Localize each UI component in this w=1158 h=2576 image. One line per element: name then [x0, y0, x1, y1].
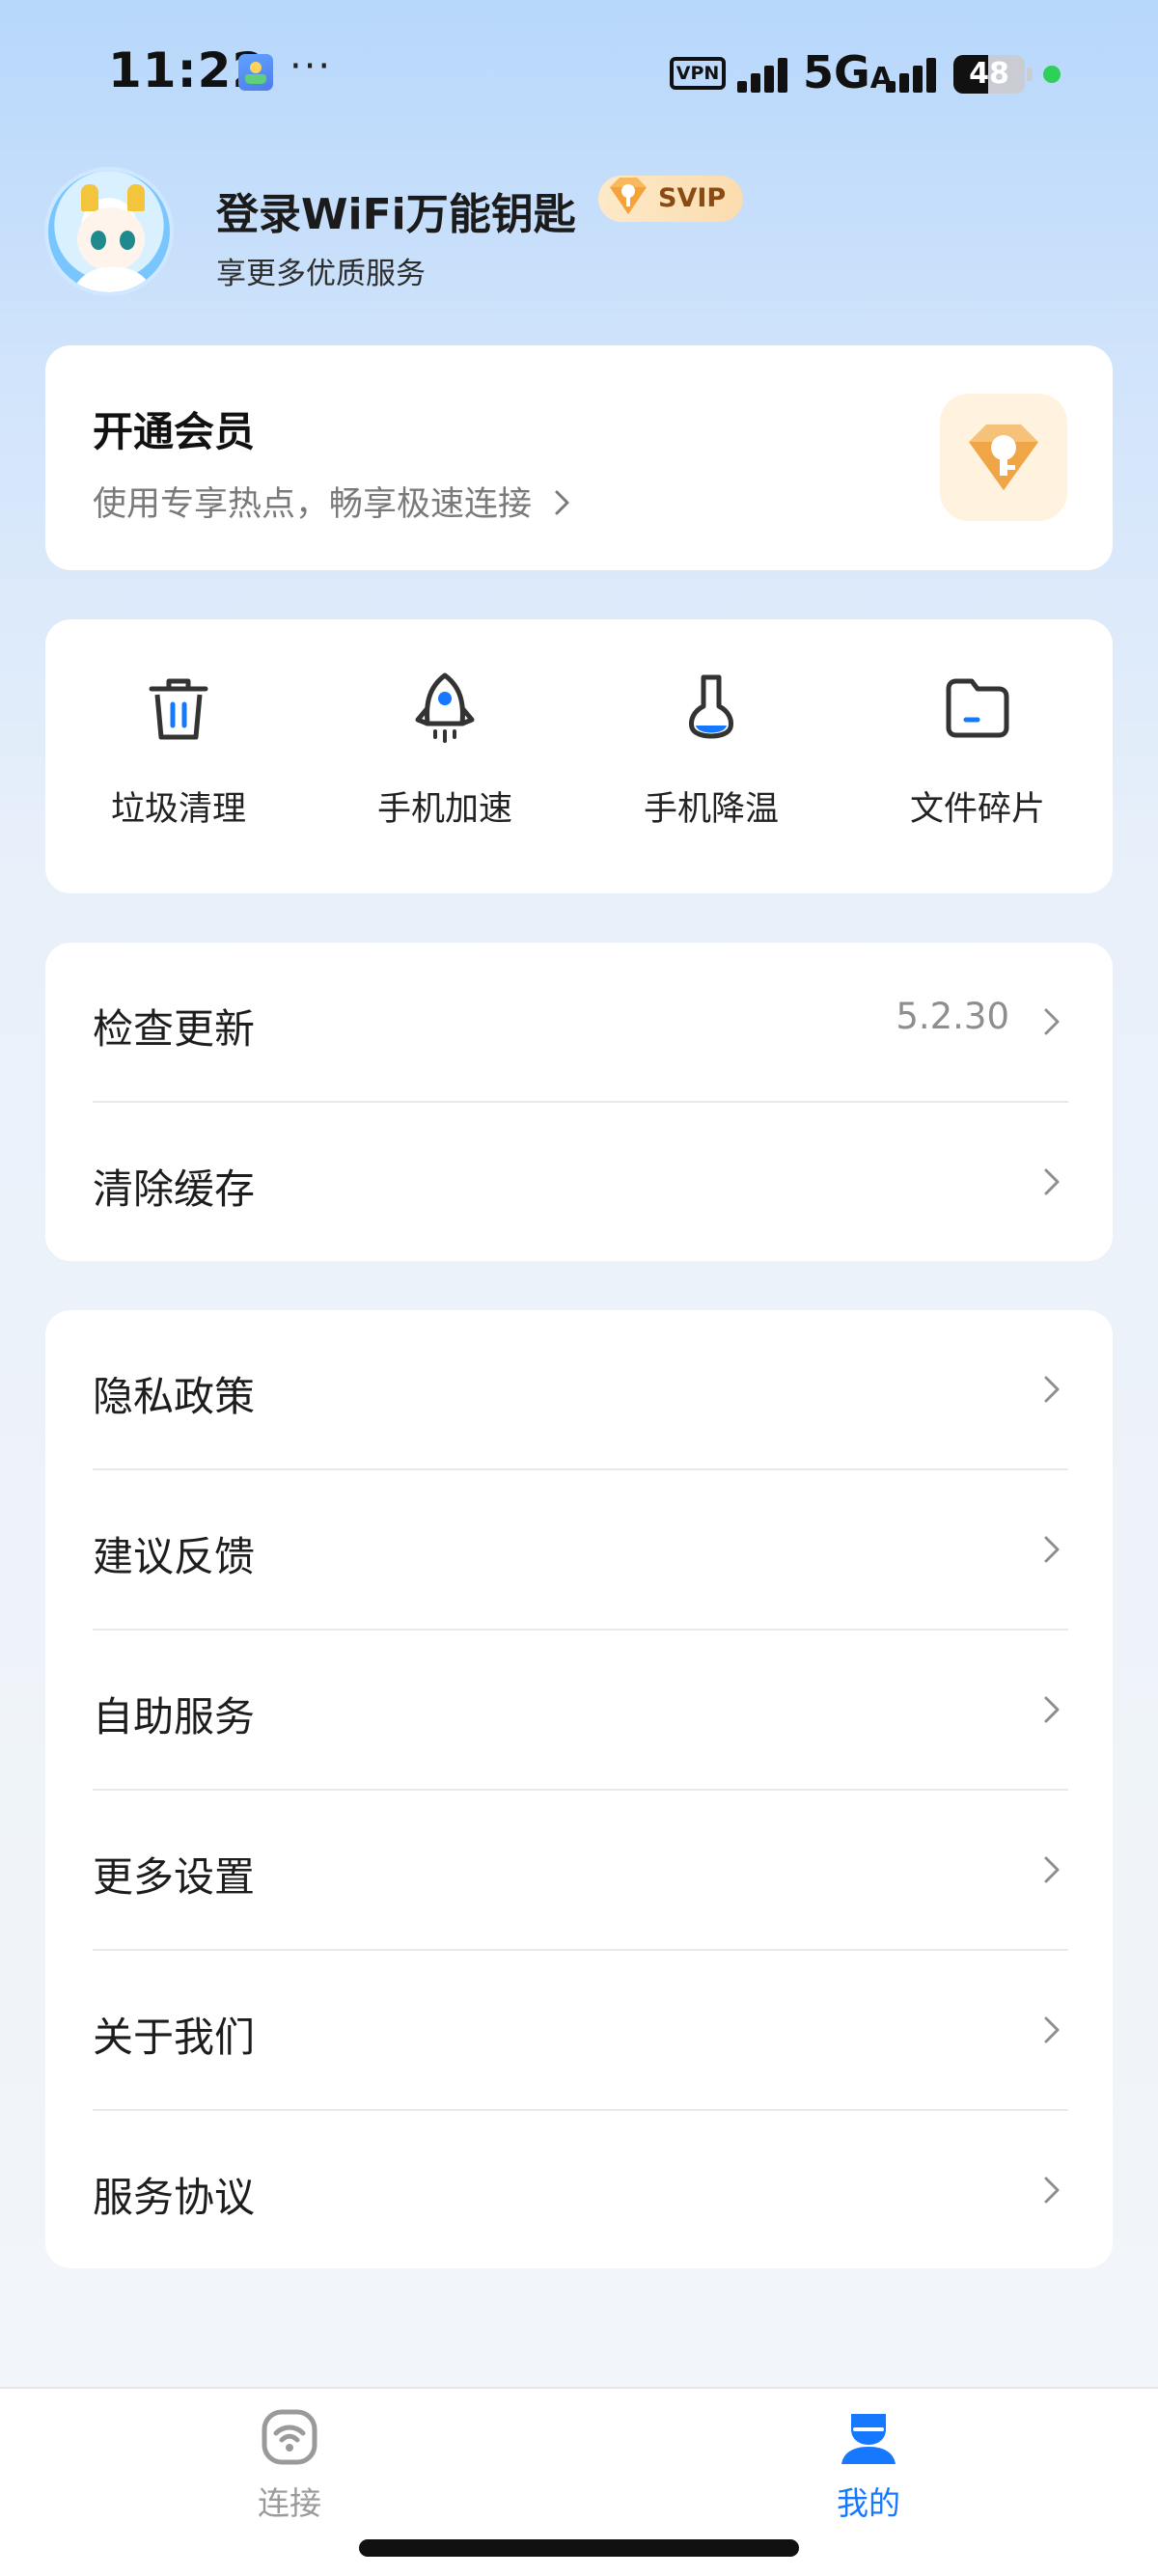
menu-label: 自助服务: [93, 1693, 256, 1740]
folder-icon: [946, 678, 1009, 738]
menu-label: 服务协议: [93, 2174, 256, 2221]
vip-diamond-icon: [940, 394, 1067, 521]
vpn-icon: VPN: [670, 57, 726, 90]
indicator-dot-icon: [1043, 66, 1061, 83]
chevron-right-icon: [1044, 2177, 1060, 2204]
chevron-right-icon: [555, 490, 569, 515]
user-icon: [841, 2414, 896, 2464]
menu-label: 更多设置: [93, 1853, 256, 1901]
status-bar: 11:22 ··· VPN 5GA 48: [0, 0, 1158, 145]
menu-group-1: 检查更新 5.2.30 清除缓存: [45, 943, 1113, 1261]
tool-label: 文件碎片: [909, 790, 1045, 829]
tab-label: 连接: [258, 2484, 321, 2522]
chevron-right-icon: [1044, 1168, 1060, 1195]
battery-level: 48: [969, 57, 1009, 91]
svip-badge[interactable]: SVIP: [598, 176, 744, 222]
chevron-right-icon: [1044, 1376, 1060, 1403]
vip-title: 开通会员: [93, 408, 256, 455]
menu-label: 关于我们: [93, 2014, 256, 2061]
tool-label: 垃圾清理: [110, 790, 246, 829]
chevron-right-icon: [1044, 1008, 1060, 1035]
wifi-icon: [262, 2409, 317, 2465]
tools-card: 垃圾清理 手机加速 手机降温 文件碎片: [45, 619, 1113, 893]
menu-label: 检查更新: [93, 1005, 256, 1053]
menu-service-agreement[interactable]: 服务协议: [45, 2111, 1113, 2271]
tool-trash-cleanup[interactable]: 垃圾清理: [68, 670, 290, 863]
tool-file-fragments[interactable]: 文件碎片: [867, 670, 1089, 863]
tab-mine[interactable]: 我的: [791, 2408, 946, 2524]
chevron-right-icon: [1044, 1536, 1060, 1563]
trash-icon: [149, 678, 208, 740]
signal-strength-icon-2: [886, 58, 940, 93]
vip-description: 使用专享热点，畅享极速连接: [93, 477, 573, 526]
gallery-notification-icon: [238, 54, 273, 91]
network-type: 5GA: [803, 46, 893, 98]
avatar[interactable]: [44, 167, 174, 296]
version-number: 5.2.30: [896, 996, 1009, 1037]
menu-clear-cache[interactable]: 清除缓存: [45, 1103, 1113, 1263]
tool-phone-cooling[interactable]: 手机降温: [600, 670, 822, 863]
signal-strength-icon: [737, 58, 791, 93]
menu-more-settings[interactable]: 更多设置: [45, 1791, 1113, 1951]
vip-card[interactable]: 开通会员 使用专享热点，畅享极速连接: [45, 345, 1113, 570]
tab-label: 我的: [837, 2484, 900, 2522]
menu-privacy-policy[interactable]: 隐私政策: [45, 1310, 1113, 1470]
svip-label: SVIP: [658, 183, 727, 213]
tool-phone-boost[interactable]: 手机加速: [334, 670, 556, 863]
menu-check-update[interactable]: 检查更新 5.2.30: [45, 943, 1113, 1103]
menu-label: 隐私政策: [93, 1373, 256, 1420]
menu-label: 建议反馈: [93, 1533, 256, 1580]
chevron-right-icon: [1044, 2016, 1060, 2043]
vip-description-text: 使用专享热点，畅享极速连接: [93, 485, 533, 524]
more-notifications-icon: ···: [290, 44, 333, 89]
tool-label: 手机降温: [643, 790, 779, 829]
menu-group-2: 隐私政策 建议反馈 自助服务 更多设置 关于我们 服务协议: [45, 1310, 1113, 2268]
diamond-key-icon: [610, 178, 647, 214]
battery-tip: [1027, 68, 1033, 81]
home-indicator[interactable]: [359, 2539, 799, 2557]
login-title[interactable]: 登录WiFi万能钥匙: [216, 179, 576, 241]
login-subtitle: 享更多优质服务: [216, 257, 426, 291]
tool-label: 手机加速: [376, 790, 512, 829]
network-type-label: 5G: [803, 46, 870, 98]
chevron-right-icon: [1044, 1856, 1060, 1883]
menu-label: 清除缓存: [93, 1165, 256, 1213]
menu-about-us[interactable]: 关于我们: [45, 1951, 1113, 2111]
chevron-right-icon: [1044, 1696, 1060, 1723]
battery-icon: 48: [953, 55, 1025, 94]
menu-feedback[interactable]: 建议反馈: [45, 1470, 1113, 1631]
thermometer-icon: [689, 674, 733, 739]
tab-connect[interactable]: 连接: [212, 2408, 367, 2524]
menu-self-service[interactable]: 自助服务: [45, 1631, 1113, 1791]
rocket-icon: [415, 672, 475, 743]
